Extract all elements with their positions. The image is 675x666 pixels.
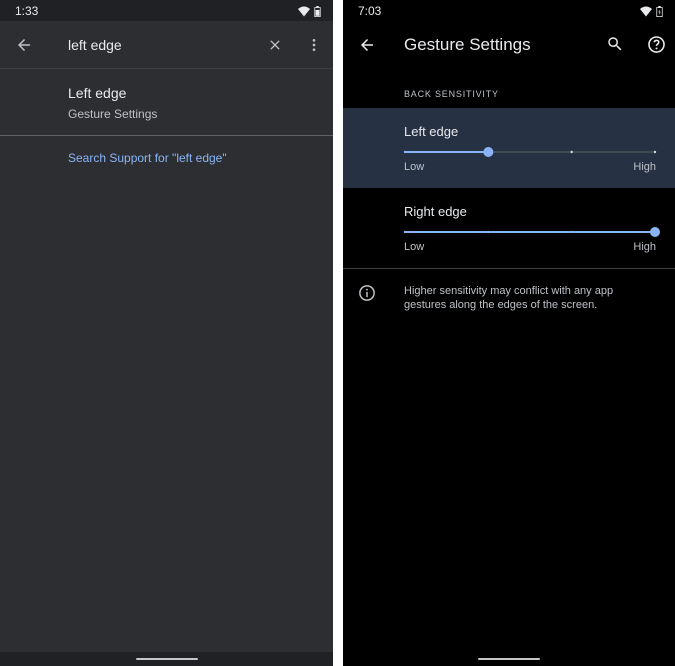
status-bar: 7:03 [343,0,675,21]
result-title: Left edge [68,85,127,101]
left-edge-sensitivity: Left edge Low High [343,108,675,188]
search-input[interactable]: left edge [68,37,122,53]
search-icon[interactable] [603,32,627,56]
result-subtitle: Gesture Settings [68,107,158,121]
help-icon[interactable] [644,32,668,56]
slider-tick [653,150,657,154]
slider-title: Right edge [404,204,467,219]
wifi-icon [640,4,652,22]
search-result-left-edge[interactable]: Left edge Gesture Settings [0,69,333,136]
slider-tick [403,230,407,234]
more-vert-icon[interactable] [302,33,326,57]
info-text: Higher sensitivity may conflict with any… [404,285,614,311]
slider-low-label: Low [404,241,425,253]
section-label: BACK SENSITIVITY [404,89,499,99]
close-icon[interactable] [263,33,287,57]
battery-icon [656,4,663,22]
navigation-bar [0,652,333,666]
slider-tick [403,150,407,154]
status-time: 7:03 [358,4,382,18]
left-edge-slider-graphic[interactable] [403,145,657,159]
right-edge-sensitivity: Right edge Low High [343,188,675,268]
search-support-link[interactable]: Search Support for "left edge" [68,151,227,165]
slider-tick [570,150,573,154]
battery-icon [314,4,321,22]
app-bar: Gesture Settings [343,21,675,69]
gesture-settings-screen: 7:03 Gesture Settings BACK SENSITIVITY L… [343,0,675,666]
right-edge-slider-graphic[interactable] [403,225,660,239]
search-bar: left edge [0,21,333,69]
slider-thumb[interactable] [650,227,660,237]
search-screen: 1:33 left edge Left edge Gesture Setting… [0,0,333,666]
slider-low-label: Low [404,161,425,173]
divider [343,268,675,269]
back-arrow-icon[interactable] [355,33,379,57]
right-edge-slider[interactable] [403,227,660,237]
page-title: Gesture Settings [404,35,531,54]
wifi-icon [298,4,310,22]
status-time: 1:33 [15,4,39,18]
back-arrow-icon[interactable] [12,33,36,57]
left-edge-slider[interactable] [403,147,657,157]
slider-thumb[interactable] [483,147,494,157]
home-handle[interactable] [135,658,198,660]
slider-high-label: High [633,161,656,173]
navigation-bar [343,652,675,666]
slider-high-label: High [633,241,656,253]
slider-title: Left edge [404,124,459,139]
status-bar: 1:33 [0,0,333,21]
info-icon [358,284,376,307]
slider-tick [487,230,490,234]
slider-tick [570,230,573,234]
home-handle[interactable] [478,658,540,660]
